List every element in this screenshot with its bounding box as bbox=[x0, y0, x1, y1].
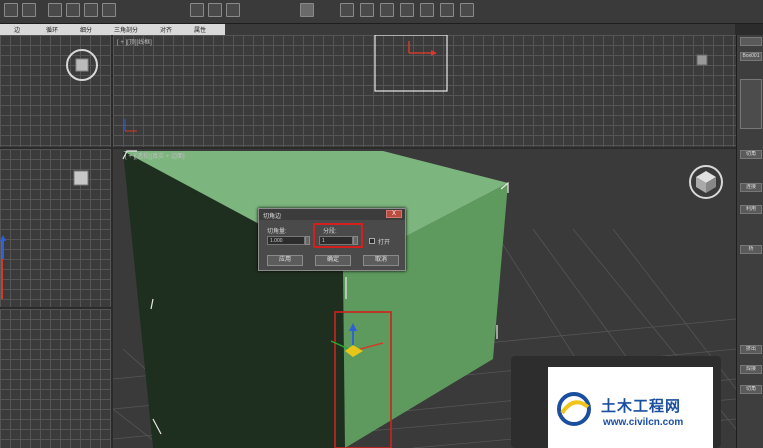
ribbon-item-properties[interactable]: 属性 bbox=[194, 25, 206, 34]
chamfer-amount-spinner[interactable] bbox=[305, 236, 310, 245]
cmd-chamfer[interactable]: 切角 bbox=[740, 150, 762, 159]
ok-button[interactable]: 确定 bbox=[315, 255, 351, 266]
watermark: 土木工程网 www.civilcn.com bbox=[548, 367, 713, 448]
ribbon-item-subdivide[interactable]: 细分 bbox=[80, 25, 92, 34]
ribbon-bar: 边 循环 细分 三角剖分 对齐 属性 bbox=[0, 24, 225, 35]
chamfer-amount-field[interactable]: 1.000 bbox=[267, 236, 305, 245]
open-checkbox[interactable] bbox=[369, 238, 375, 244]
cmd-utilize[interactable]: 利用 bbox=[740, 205, 762, 214]
cmd-bridge[interactable]: 桥 bbox=[740, 245, 762, 254]
dialog-close-button[interactable]: X bbox=[386, 210, 402, 218]
chamfer-amount-label: 切角量: bbox=[267, 229, 287, 235]
angle-snap-icon[interactable] bbox=[208, 3, 222, 17]
watermark-title: 土木工程网 bbox=[601, 397, 682, 415]
cmd-object-name[interactable]: Box001 bbox=[740, 52, 762, 61]
align-icon[interactable] bbox=[360, 3, 374, 17]
cmd-tab-create[interactable] bbox=[740, 37, 762, 46]
dialog-title: 切角边 bbox=[259, 209, 405, 220]
modifier-stack[interactable] bbox=[740, 79, 762, 129]
viewport-left[interactable] bbox=[0, 149, 111, 307]
cmd-connect[interactable]: 连接 bbox=[740, 183, 762, 192]
chamfer-edges-dialog: 切角边 X 切角量: 1.000 分段: 1 打开 应用 确定 取消 bbox=[258, 208, 406, 271]
segments-highlight bbox=[313, 223, 363, 248]
top-view-content bbox=[124, 35, 708, 132]
scale-icon[interactable] bbox=[102, 3, 116, 17]
ribbon-item-align[interactable]: 对齐 bbox=[160, 25, 172, 34]
ribbon-item-loop[interactable]: 循环 bbox=[46, 25, 58, 34]
ribbon-rest bbox=[225, 24, 735, 35]
viewcube-perspective[interactable] bbox=[689, 165, 723, 199]
viewcube-left[interactable] bbox=[73, 170, 89, 186]
watermark-url: www.civilcn.com bbox=[603, 417, 684, 428]
mirror-icon[interactable] bbox=[340, 3, 354, 17]
ribbon-item-edge[interactable]: 边 bbox=[14, 25, 20, 34]
percent-snap-icon[interactable] bbox=[226, 3, 240, 17]
select-icon[interactable] bbox=[22, 3, 36, 17]
viewport-top-left[interactable] bbox=[0, 35, 111, 147]
viewport-bottom-left[interactable] bbox=[0, 309, 111, 448]
named-selection-icon[interactable] bbox=[300, 3, 314, 17]
command-panel: Box001 切角 连接 利用 桥 挤出 焊接 切角 bbox=[736, 35, 763, 448]
cmd-weld[interactable]: 焊接 bbox=[740, 365, 762, 374]
viewport-perspective-label[interactable]: [ + ][透视][真实 + 边面] bbox=[125, 151, 185, 160]
undo-icon[interactable] bbox=[4, 3, 18, 17]
move-icon[interactable] bbox=[66, 3, 80, 17]
rect-select-icon[interactable] bbox=[48, 3, 62, 17]
viewcube-top[interactable] bbox=[696, 54, 708, 66]
viewport-top[interactable]: [ + ][顶][线框] bbox=[113, 35, 736, 147]
watermark-logo-icon bbox=[557, 392, 591, 426]
material-editor-icon[interactable] bbox=[440, 3, 454, 17]
rotate-icon[interactable] bbox=[84, 3, 98, 17]
curve-editor-icon[interactable] bbox=[400, 3, 414, 17]
render-icon[interactable] bbox=[460, 3, 474, 17]
ribbon-item-triangulate[interactable]: 三角剖分 bbox=[114, 25, 138, 34]
apply-button[interactable]: 应用 bbox=[267, 255, 303, 266]
snap-icon[interactable] bbox=[190, 3, 204, 17]
layer-icon[interactable] bbox=[380, 3, 394, 17]
viewcube-top-left[interactable] bbox=[0, 35, 111, 147]
left-view-content bbox=[0, 170, 89, 299]
cmd-chamfer-2[interactable]: 切角 bbox=[740, 385, 762, 394]
open-label: 打开 bbox=[378, 240, 391, 246]
cancel-button[interactable]: 取消 bbox=[363, 255, 399, 266]
schematic-icon[interactable] bbox=[420, 3, 434, 17]
cmd-extrude[interactable]: 挤出 bbox=[740, 345, 762, 354]
main-toolbar bbox=[0, 0, 763, 24]
